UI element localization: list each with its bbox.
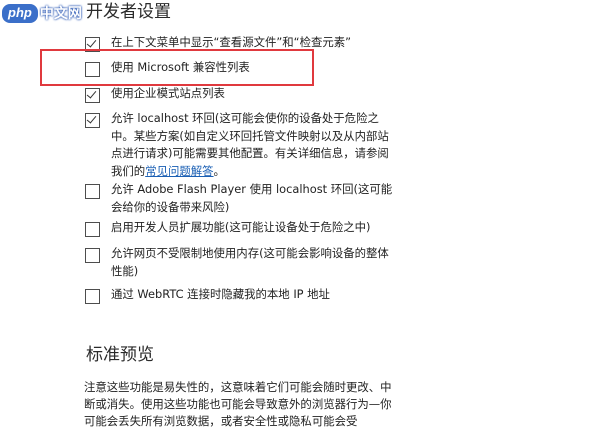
faq-link[interactable]: 常见问题解答 (145, 164, 213, 178)
option-unrestricted-memory[interactable]: 允许网页不受限制地使用内存(这可能会影响设备的整体性能) (85, 245, 395, 280)
highlight-annotation-box (40, 49, 314, 86)
option-label-end: 。 (213, 163, 225, 178)
option-label: 允许 Adobe Flash Player 使用 localhost 环回(这可… (111, 182, 393, 214)
option-developer-extensions[interactable]: 启用开发人员扩展功能(这可能让设备处于危险之中) (85, 219, 395, 237)
watermark: php 中文网 (0, 0, 86, 26)
option-label: 通过 WebRTC 连接时隐藏我的本地 IP 地址 (111, 287, 330, 301)
option-localhost-loopback[interactable]: 允许 localhost 环回(这可能会使你的设备处于危险之中。某些方案(如自定… (85, 110, 395, 180)
checkbox-5[interactable] (85, 222, 100, 237)
checkbox-7[interactable] (85, 289, 100, 304)
page-title: 开发者设置 (86, 2, 171, 22)
option-label: 使用企业模式站点列表 (111, 86, 225, 100)
option-flash-localhost[interactable]: 允许 Adobe Flash Player 使用 localhost 环回(这可… (85, 181, 395, 216)
preview-note: 注意这些功能是易失性的，这意味着它们可能会随时更改、中断或消失。使用这些功能也可… (84, 380, 392, 428)
checkbox-2[interactable] (85, 88, 100, 103)
option-enterprise-mode-list[interactable]: 使用企业模式站点列表 (85, 85, 395, 103)
watermark-site: 中文网 (39, 6, 82, 22)
option-label: 启用开发人员扩展功能(这可能让设备处于危险之中) (111, 220, 371, 234)
watermark-logo: php (2, 3, 38, 23)
checkbox-3[interactable] (85, 113, 100, 128)
checkbox-6[interactable] (85, 248, 100, 263)
option-webrtc-hide-ip[interactable]: 通过 WebRTC 连接时隐藏我的本地 IP 地址 (85, 286, 395, 304)
option-label: 允许网页不受限制地使用内存(这可能会影响设备的整体性能) (111, 246, 389, 278)
section-title-preview: 标准预览 (86, 345, 154, 365)
checkbox-4[interactable] (85, 184, 100, 199)
option-label: 允许 localhost 环回(这可能会使你的设备处于危险之中。某些方案(如自定… (111, 110, 395, 180)
